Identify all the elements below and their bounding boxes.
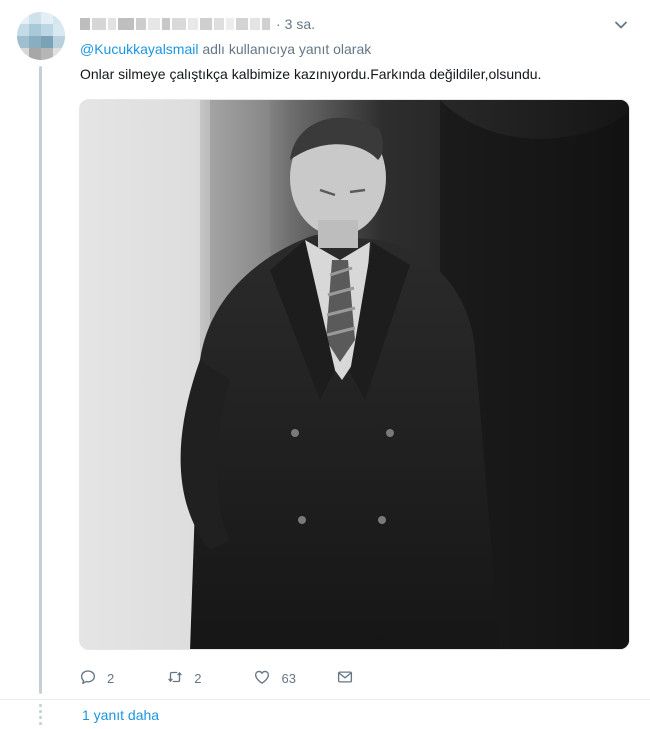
chevron-down-icon[interactable] <box>612 16 630 34</box>
reply-icon <box>79 668 97 689</box>
blurred-username[interactable] <box>80 18 270 30</box>
tweet-actions: 2 2 63 <box>79 667 354 689</box>
tweet[interactable]: · 3 sa. @Kucukkayalsmail adlı kullanıcıy… <box>0 0 650 700</box>
more-replies-link[interactable]: 1 yanıt daha <box>82 707 159 723</box>
reply-handle-link[interactable]: @Kucukkayalsmail <box>80 41 198 57</box>
tweet-time[interactable]: 3 sa. <box>285 16 315 32</box>
like-count: 63 <box>281 670 296 686</box>
reply-suffix: adlı kullanıcıya yanıt olarak <box>198 41 372 57</box>
separator-dot: · <box>276 16 281 32</box>
like-button[interactable]: 63 <box>253 668 296 689</box>
envelope-icon <box>336 668 354 689</box>
heart-icon <box>253 668 271 689</box>
reply-context: @Kucukkayalsmail adlı kullanıcıya yanıt … <box>80 41 371 57</box>
tweet-header: · 3 sa. <box>80 14 315 34</box>
retweet-count: 2 <box>194 670 202 686</box>
tweet-text: Onlar silmeye çalıştıkça kalbimize kazın… <box>80 66 542 82</box>
direct-message-button[interactable] <box>336 668 354 689</box>
thread-dots <box>39 704 42 728</box>
tweet-photo[interactable] <box>79 99 630 650</box>
avatar[interactable] <box>17 12 65 60</box>
retweet-button[interactable]: 2 <box>166 668 201 689</box>
portrait-illustration <box>80 100 629 649</box>
reply-count: 2 <box>107 670 115 686</box>
reply-button[interactable]: 2 <box>79 668 114 689</box>
tweet-divider <box>0 699 650 700</box>
retweet-icon <box>166 668 184 689</box>
thread-line <box>39 66 42 694</box>
